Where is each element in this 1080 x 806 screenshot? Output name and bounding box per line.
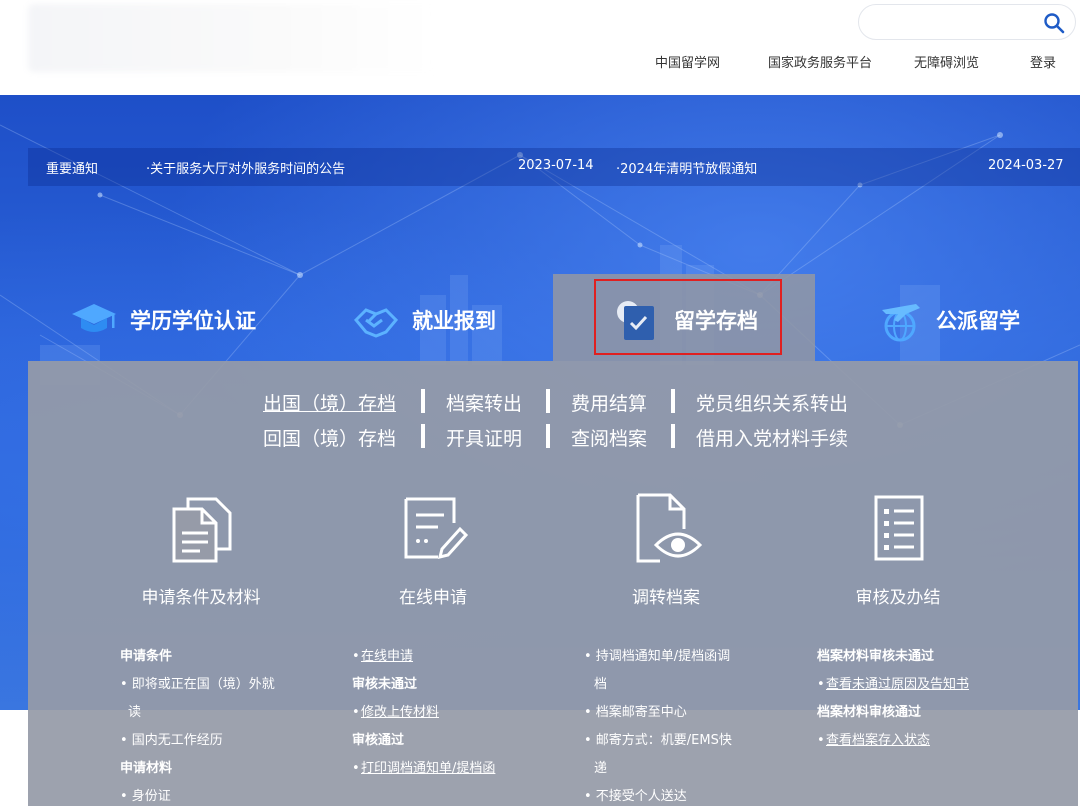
link-login[interactable]: 登录 <box>1030 52 1056 71</box>
form-edit-icon <box>404 497 469 560</box>
list-item: • 国内无工作经历 <box>120 733 223 748</box>
conditions-heading: 申请条件 <box>120 649 173 664</box>
notice-label: 重要通知 <box>46 162 99 177</box>
archive-panel: 出国（境）存档 档案转出 费用结算 党员组织关系转出 回国（境）存档 开具证明 … <box>28 361 1078 806</box>
materials-heading: 申请材料 <box>120 761 173 776</box>
link-china-study-abroad[interactable]: 中国留学网 <box>655 52 720 71</box>
list-item: • 持调档通知单/提档函调 <box>584 649 731 664</box>
link-gov-service-platform[interactable]: 国家政务服务平台 <box>768 52 872 71</box>
link-online-apply[interactable]: 在线申请 <box>361 643 413 671</box>
step-label-transfer-archive: 调转档案 <box>632 588 700 608</box>
bullet: • <box>352 761 360 776</box>
step-label-conditions: 申请条件及材料 <box>141 588 261 608</box>
tab-label: 学历学位认证 <box>130 309 256 333</box>
bullet: • <box>352 705 360 720</box>
link-accessibility[interactable]: 无障碍浏览 <box>914 52 979 71</box>
step-label-review-complete: 审核及办结 <box>855 588 941 608</box>
archive-not-passed-heading: 档案材料审核未通过 <box>817 649 935 664</box>
list-item: 档 <box>594 677 608 692</box>
site-header: 中国留学网 国家政务服务平台 无障碍浏览 登录 <box>0 0 1080 95</box>
search-box[interactable] <box>858 4 1076 40</box>
not-passed-heading: 审核未通过 <box>352 677 418 692</box>
bullet: • <box>817 677 825 692</box>
search-icon[interactable] <box>1043 12 1065 34</box>
link-party-relation-transfer[interactable]: 党员组织关系转出 <box>696 389 848 416</box>
list-item: 读 <box>128 705 142 720</box>
tab-label: 就业报到 <box>412 309 496 333</box>
plane-globe-icon <box>882 304 920 342</box>
tab-government-sponsored-study[interactable]: 公派留学 <box>876 296 1020 344</box>
search-input[interactable] <box>873 5 1043 39</box>
link-divider <box>671 424 675 448</box>
list-item: 递 <box>594 761 608 776</box>
list-item: • 即将或正在国（境）外就 <box>120 677 275 692</box>
bullet: • <box>817 733 825 748</box>
top-nav: 中国留学网 国家政务服务平台 无障碍浏览 登录 <box>0 52 1080 71</box>
notice-item-title[interactable]: ·2024年清明节放假通知 <box>616 158 757 177</box>
documents-icon <box>172 497 232 563</box>
link-fee-settlement[interactable]: 费用结算 <box>571 389 647 416</box>
link-divider <box>546 424 550 448</box>
notice-item-date: 2023-07-14 <box>518 158 594 173</box>
notice-bar: 重要通知 ·关于服务大厅对外服务时间的公告 2023-07-14 ·2024年清… <box>28 148 1080 186</box>
link-return-archive[interactable]: 回国（境）存档 <box>263 424 396 451</box>
link-modify-upload[interactable]: 修改上传材料 <box>361 699 439 727</box>
list-item: • 邮寄方式：机要/EMS快 <box>584 733 732 748</box>
list-item: • 不接受个人送达 <box>584 789 687 804</box>
archive-passed-heading: 档案材料审核通过 <box>817 705 922 720</box>
link-print-notice[interactable]: 打印调档通知单/提档函 <box>361 755 495 783</box>
graduation-cap-icon <box>72 304 116 332</box>
passed-heading: 审核通过 <box>352 733 405 748</box>
link-borrow-party-materials[interactable]: 借用入党材料手续 <box>696 424 848 451</box>
link-outbound-archive[interactable]: 出国（境）存档 <box>263 389 396 416</box>
notice-item-title[interactable]: ·关于服务大厅对外服务时间的公告 <box>146 158 345 177</box>
link-divider <box>421 424 425 448</box>
link-view-status[interactable]: 查看档案存入状态 <box>826 727 930 755</box>
list-item: • 档案邮寄至中心 <box>584 705 687 720</box>
step-label-online-apply: 在线申请 <box>399 588 467 608</box>
notice-item-date: 2024-03-27 <box>988 158 1064 173</box>
link-consult-archive[interactable]: 查阅档案 <box>571 424 647 451</box>
link-issue-certificate[interactable]: 开具证明 <box>446 424 522 451</box>
bullet: • <box>352 649 360 664</box>
link-divider <box>421 389 425 413</box>
link-divider <box>546 389 550 413</box>
active-tab-highlight-box <box>594 279 782 355</box>
link-divider <box>671 389 675 413</box>
checklist-icon <box>874 495 924 561</box>
link-view-reason[interactable]: 查看未通过原因及告知书 <box>826 671 969 699</box>
list-item: • 身份证 <box>120 789 171 804</box>
tab-degree-certification[interactable]: 学历学位认证 <box>70 296 256 344</box>
link-archive-transfer-out[interactable]: 档案转出 <box>446 389 522 416</box>
tab-label: 公派留学 <box>936 309 1020 333</box>
file-view-icon <box>636 493 703 563</box>
tab-employment-report[interactable]: 就业报到 <box>352 296 496 344</box>
handshake-icon <box>353 308 399 338</box>
